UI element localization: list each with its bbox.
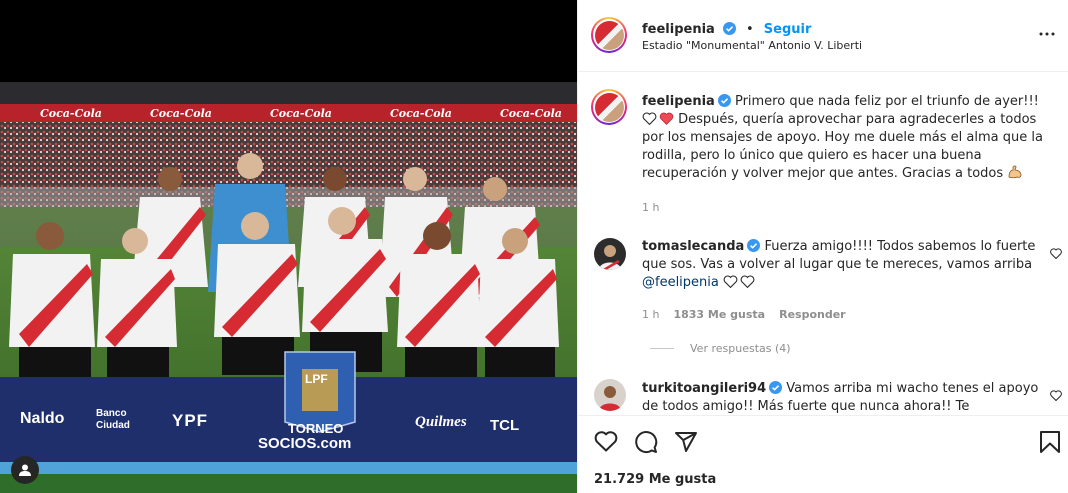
red-heart-emoji-icon <box>659 112 674 125</box>
post-likes-count[interactable]: 21.729 Me gusta <box>594 472 716 487</box>
comment-username[interactable]: turkitoangileri94 <box>642 381 766 396</box>
user-tag-icon <box>19 464 31 476</box>
torneo-label: TORNEO <box>288 421 344 436</box>
sponsor-quilmes: Quilmes <box>415 414 467 430</box>
comment-time[interactable]: 1 h <box>642 308 659 321</box>
white-heart-emoji-icon <box>740 275 755 289</box>
sponsor-ypf: YPF <box>172 411 209 430</box>
user-tag-button[interactable] <box>11 456 39 484</box>
caption-time[interactable]: 1 h <box>642 201 659 214</box>
comment-like-icon[interactable] <box>1050 248 1062 259</box>
separator-dot: • <box>746 22 754 37</box>
comment-icon[interactable] <box>634 430 658 454</box>
svg-text:Coca-Cola: Coca-Cola <box>150 107 212 120</box>
socios-label: SOCIOS.com <box>258 435 352 452</box>
commenter-avatar[interactable] <box>594 238 626 270</box>
comment-meta: 1 h 1833 Me gusta Responder <box>642 308 846 321</box>
svg-text:Coca-Cola: Coca-Cola <box>270 107 332 120</box>
heart-icon[interactable] <box>594 430 618 452</box>
bookmark-icon[interactable] <box>1039 430 1061 454</box>
comment-mention[interactable]: @feelipenia <box>642 275 719 290</box>
svg-text:Coca-Cola: Coca-Cola <box>390 107 452 120</box>
sponsor-tcl: TCL <box>490 417 520 434</box>
sponsor-banco-ciudad: Banco Ciudad <box>96 408 130 431</box>
post-header: feelipenia • Seguir Estadio "Monumental"… <box>578 0 1068 72</box>
more-options-button[interactable] <box>1035 22 1059 46</box>
sponsor-naldo: Naldo <box>20 410 65 427</box>
comment-likes[interactable]: 1833 Me gusta <box>673 308 765 321</box>
post-panel: feelipenia • Seguir Estadio "Monumental"… <box>577 0 1068 493</box>
comment-like-icon[interactable] <box>1050 390 1062 401</box>
comment: tomaslecanda Fuerza amigo!!!! Todos sabe… <box>642 238 1042 292</box>
comments-list[interactable]: feelipenia Primero que nada feliz por el… <box>578 72 1068 415</box>
author-avatar[interactable] <box>591 17 627 53</box>
caption-username[interactable]: feelipenia <box>642 94 715 109</box>
verified-icon <box>722 22 736 35</box>
caption: feelipenia Primero que nada feliz por el… <box>642 93 1054 183</box>
reply-button[interactable]: Responder <box>779 308 846 321</box>
caption-avatar[interactable] <box>591 89 627 125</box>
comment: turkitoangileri94 Vamos arriba mi wacho … <box>642 380 1042 415</box>
post-actions: 21.729 Me gusta <box>578 415 1068 493</box>
caption-rest: Después, quería aprovechar para agradece… <box>642 112 1043 181</box>
author-username[interactable]: feelipenia <box>642 22 715 37</box>
share-icon[interactable] <box>674 430 698 454</box>
muscle-emoji-icon <box>1008 165 1022 179</box>
white-heart-emoji-icon <box>642 112 657 126</box>
verified-icon <box>747 239 761 252</box>
post-media[interactable]: Coca-Cola Coca-Cola Coca-Cola Coca-Cola Coc… <box>0 0 577 493</box>
comment-username[interactable]: tomaslecanda <box>642 239 744 254</box>
svg-text:Coca-Cola: Coca-Cola <box>40 107 102 120</box>
view-replies-label: Ver respuestas (4) <box>690 342 791 355</box>
white-heart-emoji-icon <box>723 275 738 289</box>
verified-icon <box>769 381 783 394</box>
svg-text:Coca-Cola: Coca-Cola <box>500 107 562 120</box>
follow-button[interactable]: Seguir <box>764 22 812 37</box>
more-options-icon <box>1039 32 1055 36</box>
post-location[interactable]: Estadio "Monumental" Antonio V. Liberti <box>642 39 862 52</box>
verified-icon <box>717 94 731 107</box>
lpf-logo-top: LPF <box>305 372 328 386</box>
commenter-avatar[interactable] <box>594 379 626 411</box>
caption-text: Primero que nada feliz por el triunfo de… <box>734 94 1039 109</box>
view-replies-button[interactable]: Ver respuestas (4) <box>650 342 791 355</box>
